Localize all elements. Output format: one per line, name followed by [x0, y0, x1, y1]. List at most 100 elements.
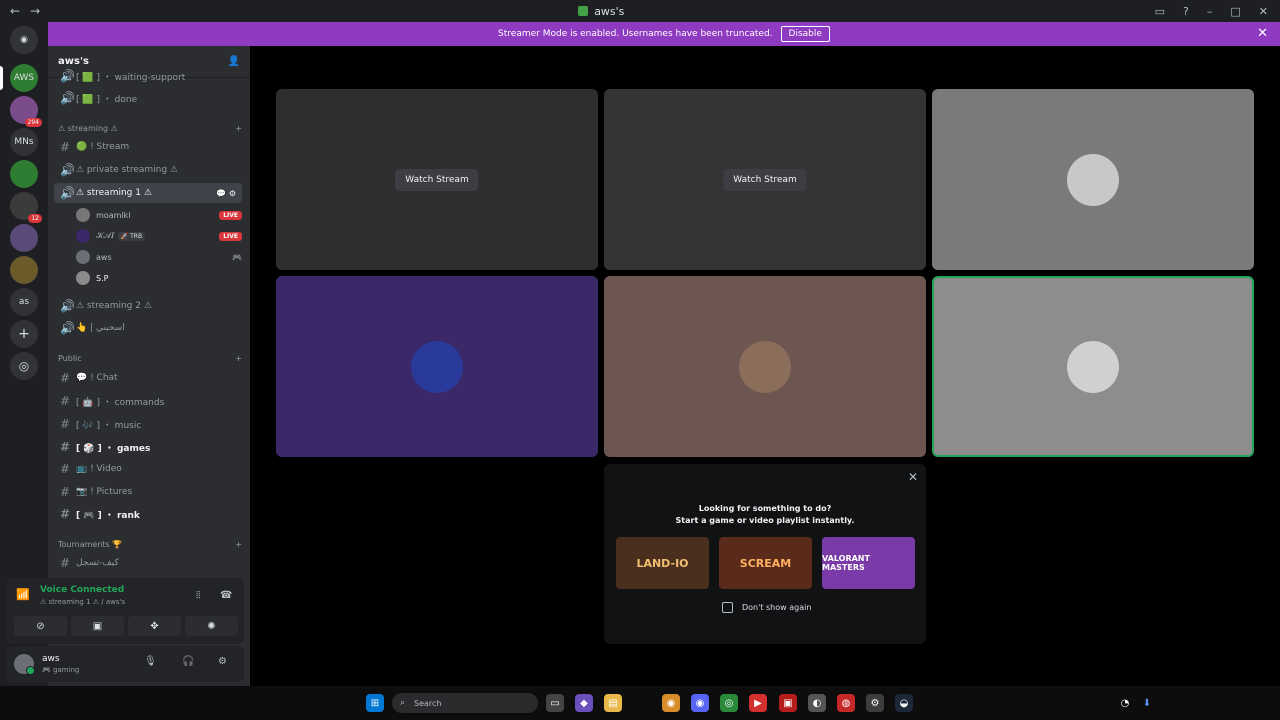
activity-card[interactable]: VALORANT MASTERS [822, 537, 915, 589]
user-status: 🎮 gaming [42, 666, 80, 674]
stream-tile[interactable]: Watch Stream [276, 89, 598, 270]
unread-badge: 294 [24, 118, 42, 127]
plus-icon[interactable]: + [235, 354, 242, 363]
avatar[interactable] [14, 654, 35, 675]
user-tile[interactable] [604, 276, 926, 457]
dont-show-label[interactable]: Don't show again [742, 603, 811, 612]
server-icon[interactable]: 12 [10, 192, 42, 223]
channel-item[interactable]: # 📷 ! Pictures [54, 482, 242, 502]
user-panel: aws 🎮 gaming 🎙 🎧 ⚙ [6, 646, 244, 682]
server-icon[interactable]: 294 [10, 96, 42, 127]
soundboard-button[interactable]: ✺ [185, 616, 238, 636]
back-icon[interactable]: ← [10, 4, 20, 18]
steam-icon[interactable]: ◒ [895, 694, 913, 712]
app-icon[interactable]: ◐ [808, 694, 826, 712]
voice-user[interactable]: S.P [76, 268, 242, 288]
username: aws [42, 654, 60, 664]
close-icon[interactable]: ✕ [1259, 5, 1268, 18]
channel-item[interactable]: 🔊 👆 | اسحبني [54, 318, 242, 338]
voice-channel[interactable]: ⚠ streaming 1 ⚠ / aws's [40, 598, 125, 606]
channel-item[interactable]: 🔊 ⚠ private streaming ⚠ [54, 160, 242, 180]
server-icon[interactable] [10, 160, 38, 188]
youtube-icon[interactable]: ▶ [749, 694, 767, 712]
server-icon[interactable] [10, 256, 38, 284]
signal-icon[interactable]: 📶 [16, 588, 30, 601]
disconnect-icon[interactable]: ☎ [220, 590, 232, 601]
voice-panel: 📶 Voice Connected ⚠ streaming 1 ⚠ / aws'… [6, 578, 244, 644]
windows-start-icon[interactable]: ⊞ [366, 694, 384, 712]
channel-item[interactable]: #[ 🤖 ] ・ commands [54, 391, 242, 411]
voice-user[interactable]: moamlkl LIVE [76, 205, 242, 225]
user-tile-speaking[interactable] [932, 276, 1254, 457]
category-tournaments[interactable]: Tournaments 🏆 + [58, 540, 242, 549]
channel-item[interactable]: #[ 🎮 ] ・ rank [54, 504, 242, 524]
activities-button[interactable]: ✥ [128, 616, 181, 636]
inbox-icon[interactable]: ▭ [1155, 5, 1165, 18]
minimize-icon[interactable]: – [1207, 5, 1213, 18]
hash-icon: # [60, 462, 71, 476]
discover-icon[interactable]: ◎ [10, 352, 38, 380]
tray-icon[interactable]: ◔ [1116, 694, 1134, 712]
noise-suppression-icon[interactable]: ⦙⦙ [196, 590, 200, 601]
user-tile[interactable] [276, 276, 598, 457]
chrome-icon[interactable]: ◎ [720, 694, 738, 712]
watch-stream-button[interactable]: Watch Stream [395, 168, 479, 191]
plus-icon[interactable]: + [235, 124, 242, 133]
channel-item[interactable]: # كيف-تسجل [54, 553, 242, 573]
channel-item[interactable]: #[ 🎶 ] ・ music [54, 414, 242, 434]
screen-share-button[interactable]: ▣ [71, 616, 124, 636]
channel-item[interactable]: 🔊[ 🟩 ] ・ waiting-support [54, 66, 242, 86]
disable-button[interactable]: Disable [780, 26, 830, 42]
category-public[interactable]: Public + [58, 354, 242, 363]
close-icon[interactable]: ✕ [1257, 26, 1268, 41]
add-server-icon[interactable]: + [10, 320, 38, 348]
forward-icon[interactable]: → [30, 4, 40, 18]
plus-icon[interactable]: + [235, 540, 242, 549]
server-icon-mns[interactable]: MNs [10, 128, 38, 156]
server-icon[interactable] [10, 224, 38, 252]
voice-buttons: ⊘ ▣ ✥ ✺ [14, 616, 238, 636]
microphone-icon[interactable]: 🎙 [144, 656, 157, 667]
voice-user[interactable]: aws 🎮 [76, 247, 242, 267]
avatar [411, 340, 463, 393]
headphones-icon[interactable]: 🎧 [182, 656, 194, 667]
help-icon[interactable]: ? [1183, 5, 1189, 18]
copilot-icon[interactable]: ◆ [575, 694, 593, 712]
settings-icon[interactable]: ⚙ [866, 694, 884, 712]
discord-icon[interactable]: ◉ [691, 694, 709, 712]
discord-home-icon[interactable]: ◉ [10, 26, 38, 54]
activity-card[interactable]: SCREAM [719, 537, 812, 589]
server-icon-aws[interactable]: AWS [10, 64, 38, 92]
app-icon[interactable]: ◉ [662, 694, 680, 712]
tray-icon[interactable]: ⬇ [1138, 694, 1156, 712]
voice-status[interactable]: Voice Connected [40, 585, 124, 595]
server-icon-as[interactable]: as [10, 288, 38, 316]
settings-icon[interactable]: ⚙ [218, 656, 227, 667]
chat-icon[interactable]: 💬 ⚙ [216, 189, 242, 198]
avatar [739, 340, 791, 393]
task-view-icon[interactable]: ▭ [546, 694, 564, 712]
watch-stream-button[interactable]: Watch Stream [723, 168, 807, 191]
channel-item[interactable]: 🔊 ⚠ streaming 2 ⚠ [54, 296, 242, 316]
app-icon[interactable]: ◍ [837, 694, 855, 712]
app-icon[interactable]: ▣ [779, 694, 797, 712]
dont-show-checkbox[interactable] [722, 602, 733, 613]
user-tile[interactable] [932, 89, 1254, 270]
activity-card[interactable]: LAND-IO [616, 537, 709, 589]
close-icon[interactable]: ✕ [908, 470, 918, 484]
category-streaming[interactable]: ⚠ streaming ⚠ + [58, 124, 242, 133]
file-explorer-icon[interactable]: ▤ [604, 694, 622, 712]
channel-item-selected[interactable]: 🔊 ⚠ streaming 1 ⚠ 💬 ⚙ [54, 183, 242, 203]
channel-item[interactable]: # 💬 ! Chat [54, 368, 242, 388]
maximize-icon[interactable]: □ [1230, 5, 1240, 18]
channel-item[interactable]: 🔊[ 🟩 ] ・ done [54, 88, 242, 108]
channel-item[interactable]: #[ 🎲 ] ・ games [54, 437, 242, 457]
title-bar: ← → aws's ▭ ? – □ ✕ [0, 0, 1280, 22]
voice-user[interactable]: 𝒦𝒜𝐼 🚀 TRB LIVE [76, 226, 242, 246]
camera-off-button[interactable]: ⊘ [14, 616, 67, 636]
search-icon: ⌕ [400, 698, 406, 708]
search-input[interactable]: ⌕ Search [392, 693, 538, 713]
stream-tile[interactable]: Watch Stream [604, 89, 926, 270]
channel-item[interactable]: # 📺 ! Video [54, 459, 242, 479]
channel-item[interactable]: # 🟢 ! Stream [54, 137, 242, 157]
